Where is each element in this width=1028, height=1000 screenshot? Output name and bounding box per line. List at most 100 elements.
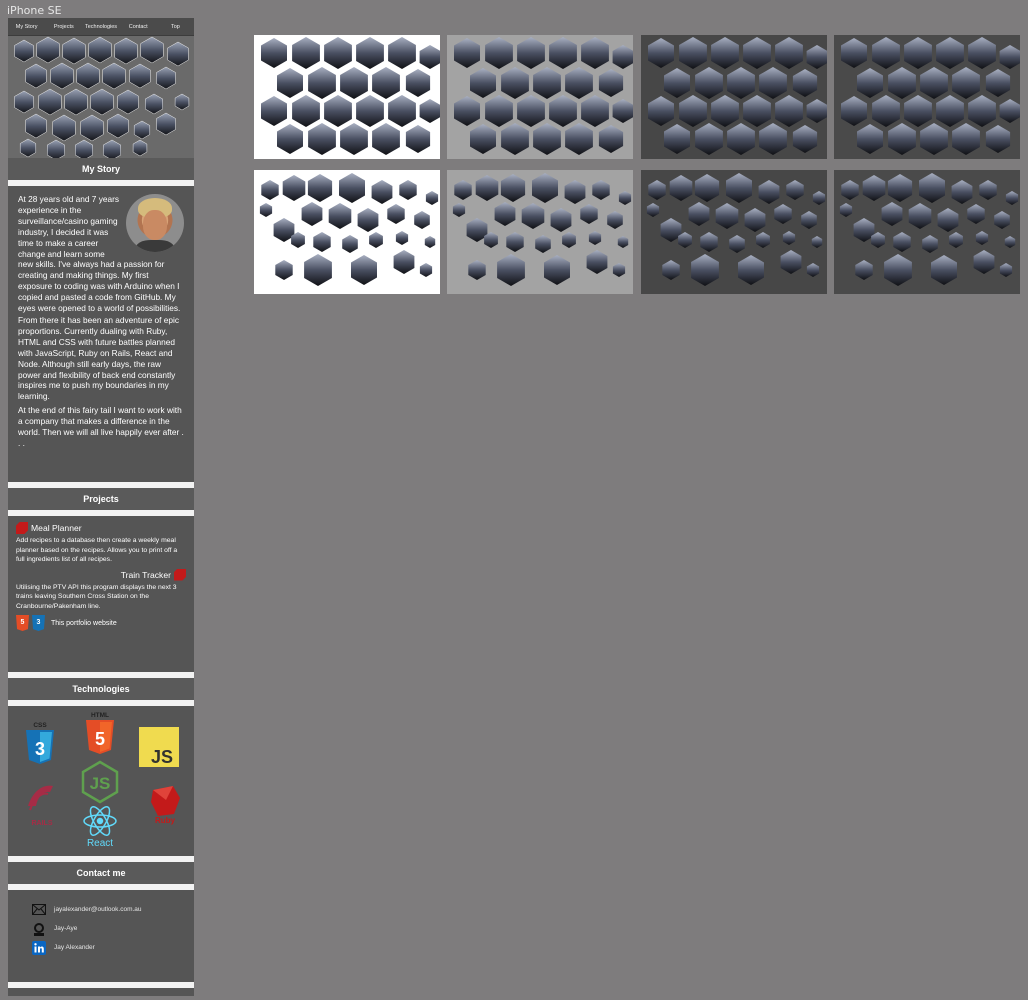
hex-tile: [340, 67, 368, 99]
project-name: Train Tracker: [120, 569, 171, 580]
hex-tile: [535, 235, 551, 253]
hex-tile: [664, 124, 690, 154]
hex-tile: [743, 95, 771, 127]
hex-tile: [324, 37, 352, 69]
hex-tile: [811, 236, 823, 248]
contact-github[interactable]: Jay-Aye: [32, 919, 170, 938]
hex-tile: [454, 96, 480, 126]
hex-tile: [786, 180, 804, 200]
project-train-tracker[interactable]: Train Tracker: [16, 568, 186, 581]
hex-tile: [715, 203, 739, 229]
hex-tile: [738, 255, 764, 285]
hex-tile: [405, 125, 431, 153]
project-portfolio[interactable]: 5 3 This portfolio website: [16, 615, 186, 631]
hex-tile: [695, 123, 723, 155]
hex-tile: [758, 180, 780, 204]
contact-email[interactable]: jayalexander@outlook.com.au: [32, 900, 170, 919]
hex-tile: [806, 99, 827, 123]
hex-tile: [454, 180, 472, 200]
hex-tile: [695, 67, 723, 99]
hex-tile: [470, 124, 496, 154]
hex-tile: [607, 211, 623, 229]
hex-tile: [744, 208, 766, 232]
hex-tile: [999, 45, 1020, 69]
divider: [8, 982, 194, 988]
variant-thumbnail[interactable]: [447, 35, 633, 159]
hex-tile: [549, 95, 577, 127]
hex-tile: [839, 203, 853, 217]
hex-tile: [841, 180, 859, 200]
project-meal-planner[interactable]: Meal Planner: [16, 522, 186, 534]
svg-text:CSS: CSS: [33, 722, 47, 729]
hex-tile: [775, 37, 803, 69]
hex-tile: [405, 69, 431, 97]
hex-tile: [936, 95, 964, 127]
hex-tile: [985, 69, 1011, 97]
hex-tile: [617, 236, 629, 248]
variant-thumbnail[interactable]: [834, 170, 1020, 294]
hex-tile: [979, 180, 997, 200]
hex-tile: [857, 68, 883, 98]
variant-thumbnail[interactable]: [834, 35, 1020, 159]
nav-technologies[interactable]: Technologies: [82, 18, 119, 35]
variant-thumbnail[interactable]: [254, 35, 440, 159]
contact-linkedin[interactable]: Jay Alexander: [32, 938, 170, 957]
tech-logos: CSS 3 HTML 5 JS JS RAILS Ruby React: [26, 712, 180, 849]
hex-tile: [414, 211, 430, 229]
hex-tile: [792, 125, 818, 153]
hex-tile: [261, 38, 287, 68]
hex-tile: [304, 254, 332, 286]
hex-tile: [985, 125, 1011, 153]
nav-top[interactable]: Top: [157, 18, 194, 35]
hex-tile: [564, 180, 586, 204]
hex-tile: [356, 95, 384, 127]
hex-tile: [425, 191, 439, 205]
hex-tile: [994, 211, 1010, 229]
hex-tile: [419, 45, 440, 69]
variant-thumbnail[interactable]: [254, 170, 440, 294]
hex-tile: [598, 125, 624, 153]
hex-tile: [857, 124, 883, 154]
nav-bar: My Story Projects Technologies Contact T…: [8, 18, 194, 36]
variant-thumbnail[interactable]: [447, 170, 633, 294]
story-paragraph: From there it has been an adventure of e…: [18, 314, 179, 402]
hex-tile: [662, 260, 680, 280]
variant-thumbnail[interactable]: [641, 35, 827, 159]
hex-tile: [301, 202, 323, 226]
hex-tile: [774, 204, 792, 224]
hex-tile: [562, 232, 576, 248]
ruby-icon: [174, 568, 186, 581]
email-icon: [32, 904, 46, 915]
variant-thumbnail[interactable]: [641, 170, 827, 294]
hex-tile: [679, 37, 707, 69]
svg-text:Ruby: Ruby: [155, 816, 176, 825]
linkedin-icon: [32, 940, 46, 955]
contact-section: jayalexander@outlook.com.au Jay-Aye Jay …: [8, 890, 194, 982]
story-paragraph: At the end of this fairy tail I want to …: [18, 405, 184, 448]
hex-tile: [565, 123, 593, 155]
hex-tile: [949, 232, 963, 248]
hex-tile: [277, 124, 303, 154]
nav-projects[interactable]: Projects: [45, 18, 82, 35]
hex-tile: [872, 95, 900, 127]
rails-logo-icon: RAILS: [28, 785, 53, 827]
hex-tile: [598, 69, 624, 97]
hex-tile: [759, 123, 787, 155]
hex-tile: [393, 250, 415, 274]
hex-tile: [694, 174, 720, 202]
hex-tile: [259, 203, 273, 217]
hex-city-collage: [452, 173, 632, 286]
hex-tile: [388, 37, 416, 69]
hex-city-collage: [259, 173, 439, 286]
hex-tile: [618, 191, 632, 205]
hex-tile: [419, 99, 440, 123]
technologies-heading: Technologies: [8, 678, 194, 700]
nav-my-story[interactable]: My Story: [8, 18, 45, 35]
hex-tile: [951, 180, 973, 204]
hex-tile: [292, 95, 320, 127]
hex-city-collage: [261, 37, 440, 155]
hex-tile: [881, 202, 903, 226]
nav-contact[interactable]: Contact: [120, 18, 157, 35]
hex-tile: [475, 175, 499, 201]
hex-tile: [688, 202, 710, 226]
